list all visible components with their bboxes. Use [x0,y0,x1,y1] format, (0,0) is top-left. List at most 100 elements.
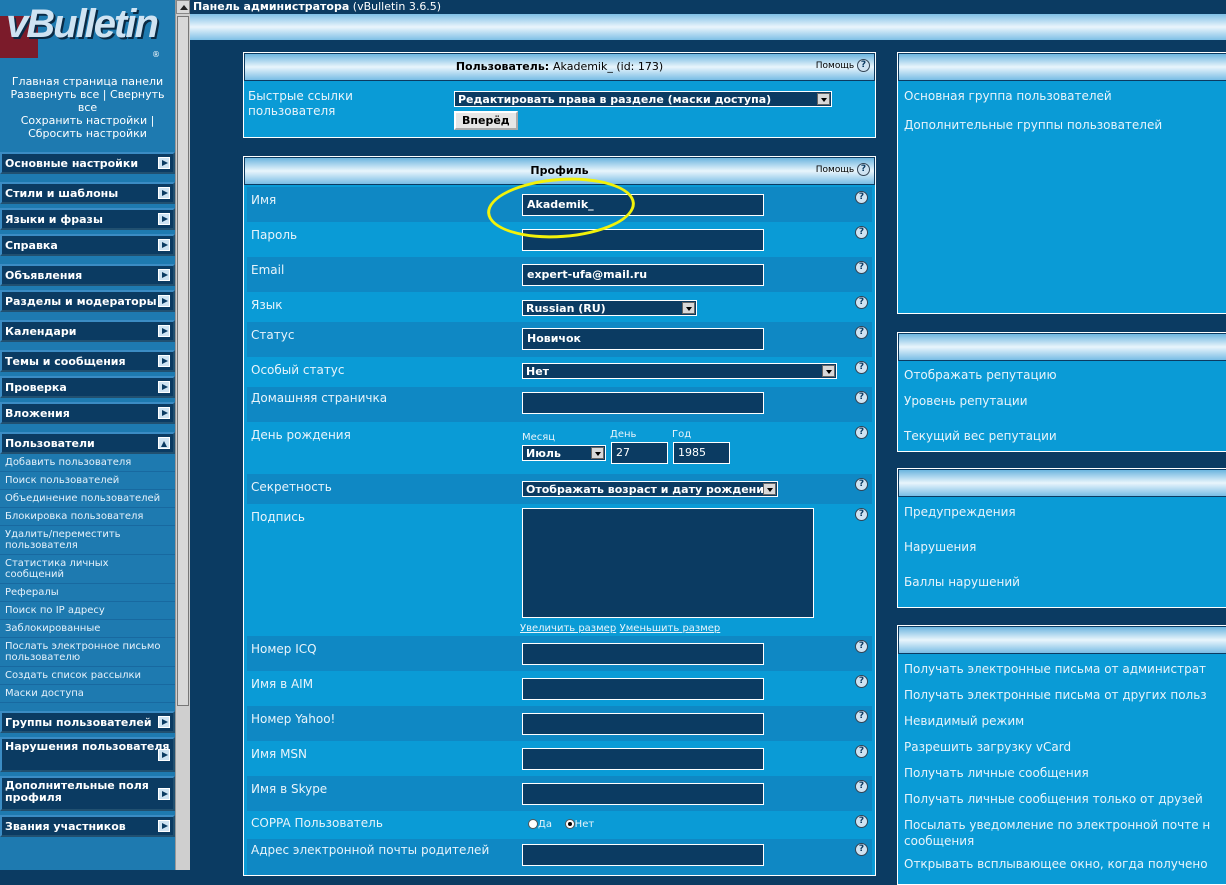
nav-group-attachments[interactable]: Вложения [0,402,175,424]
nav-group-label: Стили и шаблоны [5,187,119,200]
help-icon[interactable]: ? [855,426,868,439]
special-status-select[interactable]: Нет [522,363,837,379]
nav-group-forums[interactable]: Разделы и модераторы [0,290,175,312]
infraction-points-label: Баллы нарушений [904,575,1020,589]
help-icon[interactable]: ? [855,710,868,723]
go-button[interactable]: Вперёд [454,111,518,130]
help-icon[interactable]: ? [855,843,868,856]
admin-title-bar: Панель администратора (vBulletin 3.6.5) [190,0,1226,14]
nav-group-label: Нарушения пользователя [5,740,170,753]
row-coppa: COPPA Пользователь Да Нет ? [247,811,872,839]
nav-group-profile-fields[interactable]: Дополнительные поля профиля [0,776,175,811]
nav-link-expand[interactable]: Развернуть все | Свернуть все [2,88,173,114]
nav-sub-item[interactable]: Добавить пользователя [0,454,175,472]
nav-group-languages[interactable]: Языки и фразы [0,208,175,230]
day-label: День [610,429,637,440]
nav-link-reset[interactable]: Сбросить настройки [2,127,173,140]
nav-sub-item[interactable]: Послать электронное письмо пользователю [0,638,175,667]
privacy-select[interactable]: Отображать возраст и дату рождения [522,481,778,497]
nav-group-infractions[interactable]: Нарушения пользователя [0,737,175,772]
coppa-yes-radio[interactable] [528,819,538,829]
expand-arrow-icon [158,157,170,169]
icq-input[interactable] [522,643,764,665]
nav-sub-item[interactable]: Маски доступа [0,685,175,703]
vbulletin-logo[interactable]: vBulletin ® [0,0,175,72]
signature-textarea[interactable] [522,508,814,618]
help-icon[interactable]: ? [855,226,868,239]
nav-sub-item[interactable]: Поиск по IP адресу [0,602,175,620]
skype-input[interactable] [522,783,764,805]
nav-sub-item[interactable]: Статистика личных сообщений [0,555,175,584]
help-icon[interactable]: ? [855,361,868,374]
scroll-up-arrow-icon[interactable] [176,0,190,14]
help-icon[interactable]: ? [855,745,868,758]
option-private-messages: Получать личные сообщения [904,766,1089,780]
infractions-label: Нарушения [904,540,977,554]
yahoo-input[interactable] [522,713,764,735]
options-panel: Получать электронные письма от администр… [897,625,1226,885]
aim-input[interactable] [522,678,764,700]
nav-group-users[interactable]: Пользователи [0,432,175,454]
month-select[interactable]: Июль [522,445,606,461]
nav-sub-item[interactable]: Поиск пользователей [0,472,175,490]
help-icon[interactable]: ? [855,326,868,339]
nav-group-label: Разделы и модераторы [5,295,157,308]
nav-group-styles[interactable]: Стили и шаблоны [0,182,175,204]
nav-group-usergroups[interactable]: Группы пользователей [0,711,175,733]
nav-sub-item[interactable]: Объединение пользователей [0,490,175,508]
year-input[interactable]: 1985 [673,442,730,464]
help-icon[interactable]: ? [855,640,868,653]
nav-group-general[interactable]: Основные настройки [0,152,175,174]
enlarge-link[interactable]: Увеличить размер [520,623,616,634]
day-input[interactable]: 27 [611,442,668,464]
nav-link-home[interactable]: Главная страница панели [2,75,173,88]
password-label: Пароль [251,228,298,242]
quick-links-select[interactable]: Редактировать права в разделе (маски дос… [454,91,832,107]
option-pm-email-notify: Посылать уведомление по электронной почт… [904,818,1211,832]
email-input[interactable]: expert-ufa@mail.ru [522,264,764,286]
nav-scrollbar[interactable] [175,0,190,870]
help-link[interactable]: Помощь ? [816,163,870,177]
nav-group-help[interactable]: Справка [0,234,175,256]
help-icon[interactable]: ? [855,478,868,491]
coppa-no-radio[interactable] [564,819,575,829]
nav-sub-item[interactable]: Заблокированные [0,620,175,638]
help-icon[interactable]: ? [855,391,868,404]
expand-arrow-icon [158,187,170,199]
nav-sub-item[interactable]: Создать список рассылки [0,667,175,685]
language-select[interactable]: Russian (RU) [522,300,697,316]
nav-sub-item[interactable]: Рефералы [0,584,175,602]
status-label: Статус [251,328,295,342]
help-icon[interactable]: ? [855,508,868,521]
help-icon[interactable]: ? [855,296,868,309]
help-icon[interactable]: ? [855,815,868,828]
shrink-link[interactable]: Уменьшить размер [620,623,721,634]
expand-arrow-icon [158,239,170,251]
parent-email-input[interactable] [522,844,764,866]
nav-group-moderation[interactable]: Проверка [0,376,175,398]
nav-sub-item[interactable]: Удалить/переместить пользователя [0,526,175,555]
expand-arrow-icon [158,820,170,832]
help-icon[interactable]: ? [855,191,868,204]
row-birthday: День рождения Месяц День Год Июль 27 198… [247,422,872,474]
option-admin-emails: Получать электронные письма от администр… [904,662,1207,676]
help-icon[interactable]: ? [855,261,868,274]
quick-links-label: Быстрые ссылки пользователя [248,89,353,118]
name-label: Имя [251,193,277,207]
help-icon[interactable]: ? [855,780,868,793]
homepage-input[interactable] [522,392,764,414]
nav-group-ranks[interactable]: Звания участников [0,815,175,837]
nav-sub-item[interactable]: Блокировка пользователя [0,508,175,526]
header-stripe [190,14,1226,42]
msn-input[interactable] [522,748,764,770]
signature-label: Подпись [251,510,305,524]
nav-group-announcements[interactable]: Объявления [0,264,175,286]
status-input[interactable]: Новичок [522,328,764,350]
nav-group-calendars[interactable]: Календари [0,320,175,342]
nav-group-threads[interactable]: Темы и сообщения [0,350,175,372]
help-link[interactable]: Помощь ? [816,59,870,73]
help-icon[interactable]: ? [855,675,868,688]
row-homepage: Домашняя страничка ? [247,387,872,422]
scrollbar-thumb[interactable] [177,16,189,706]
nav-link-save[interactable]: Сохранить настройки | [2,114,173,127]
